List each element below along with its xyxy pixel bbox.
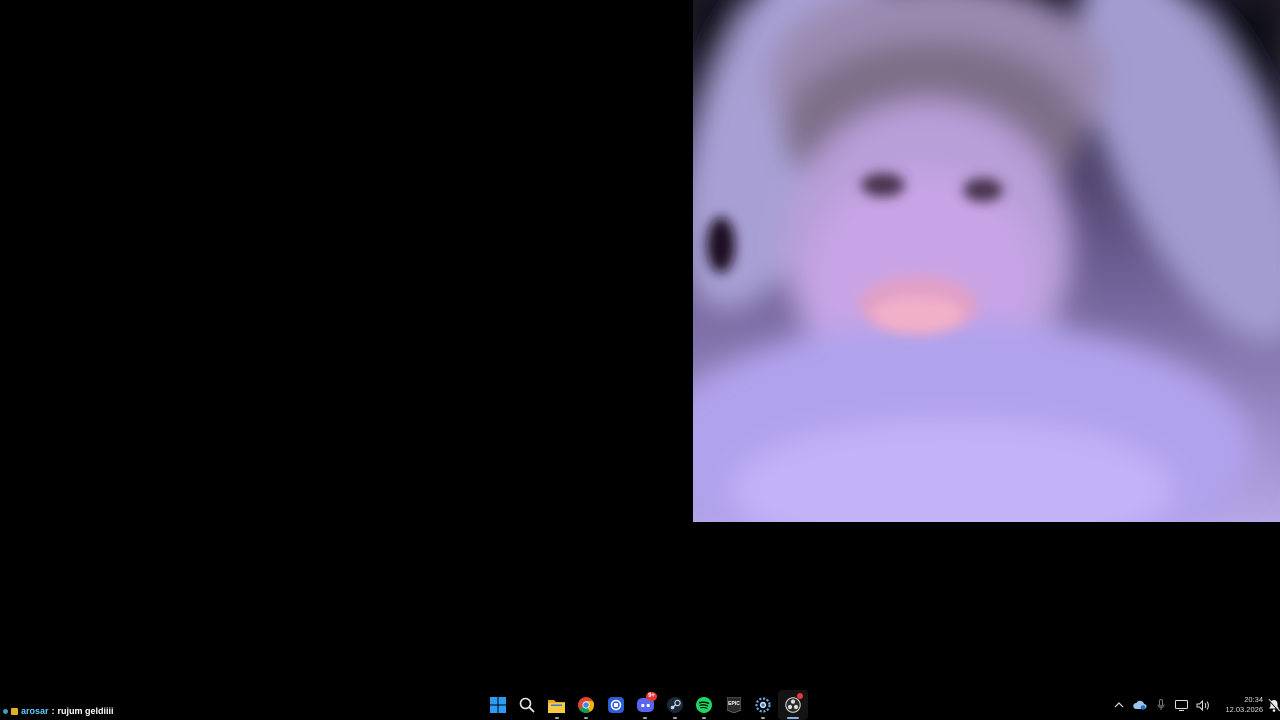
chrome-button[interactable] bbox=[572, 690, 602, 720]
spotify-button[interactable] bbox=[690, 690, 720, 720]
folder-icon bbox=[548, 699, 566, 713]
clock[interactable]: 20:34 12.03.2026 bbox=[1217, 690, 1263, 720]
chrome-icon bbox=[578, 697, 595, 713]
obs-icon bbox=[785, 697, 801, 713]
recording-indicator bbox=[796, 693, 803, 699]
obs-button[interactable] bbox=[778, 690, 808, 720]
steam-icon bbox=[666, 697, 683, 713]
clock-time: 20:34 bbox=[1244, 695, 1263, 704]
network-button[interactable] bbox=[1171, 690, 1192, 720]
chevron-up-icon bbox=[1114, 702, 1123, 708]
microphone-icon bbox=[1157, 699, 1164, 710]
discord-notification-badge: 9+ bbox=[646, 692, 657, 701]
epic-games-icon: EPIC bbox=[726, 697, 741, 713]
show-hidden-icons-button[interactable] bbox=[1108, 690, 1129, 720]
system-tray: 20:34 12.03.2026 bbox=[1108, 690, 1280, 720]
video-frame bbox=[693, 0, 1280, 522]
blue-app-button[interactable] bbox=[601, 690, 631, 720]
cloud-sync-icon bbox=[1132, 700, 1146, 710]
clock-date: 12.03.2026 bbox=[1225, 705, 1263, 714]
epic-label: EPIC bbox=[728, 701, 740, 707]
network-icon bbox=[1175, 699, 1188, 711]
taskbar: 9+ EPIC 20:34 12.03.2026 bbox=[0, 690, 1280, 720]
running-indicator bbox=[584, 717, 589, 719]
running-indicator bbox=[554, 717, 559, 719]
speaker-icon bbox=[1196, 699, 1209, 711]
gear-app-icon bbox=[755, 697, 771, 713]
microphone-button[interactable] bbox=[1150, 690, 1171, 720]
running-indicator bbox=[786, 717, 799, 719]
file-explorer-button[interactable] bbox=[542, 690, 572, 720]
start-button[interactable] bbox=[483, 690, 513, 720]
blue-app-icon bbox=[607, 697, 624, 713]
running-indicator bbox=[761, 717, 766, 719]
search-button[interactable] bbox=[513, 690, 543, 720]
video-overlay bbox=[693, 0, 1280, 522]
running-indicator bbox=[702, 717, 707, 719]
notifications-button[interactable] bbox=[1263, 690, 1280, 720]
volume-button[interactable] bbox=[1192, 690, 1213, 720]
taskbar-apps: 9+ EPIC bbox=[483, 690, 808, 720]
epic-games-button[interactable]: EPIC bbox=[719, 690, 749, 720]
steam-button[interactable] bbox=[660, 690, 690, 720]
search-icon bbox=[519, 697, 535, 713]
running-indicator bbox=[672, 717, 677, 719]
onedrive-button[interactable] bbox=[1129, 690, 1150, 720]
discord-button[interactable]: 9+ bbox=[631, 690, 661, 720]
spotify-icon bbox=[696, 697, 713, 713]
notification-bell-icon bbox=[1268, 698, 1280, 712]
windows-icon bbox=[489, 697, 506, 713]
gear-app-button[interactable] bbox=[749, 690, 779, 720]
desktop: arosar : rujum geldiiii 9+ EPIC 20:34 12… bbox=[0, 0, 1280, 720]
running-indicator bbox=[643, 717, 648, 719]
